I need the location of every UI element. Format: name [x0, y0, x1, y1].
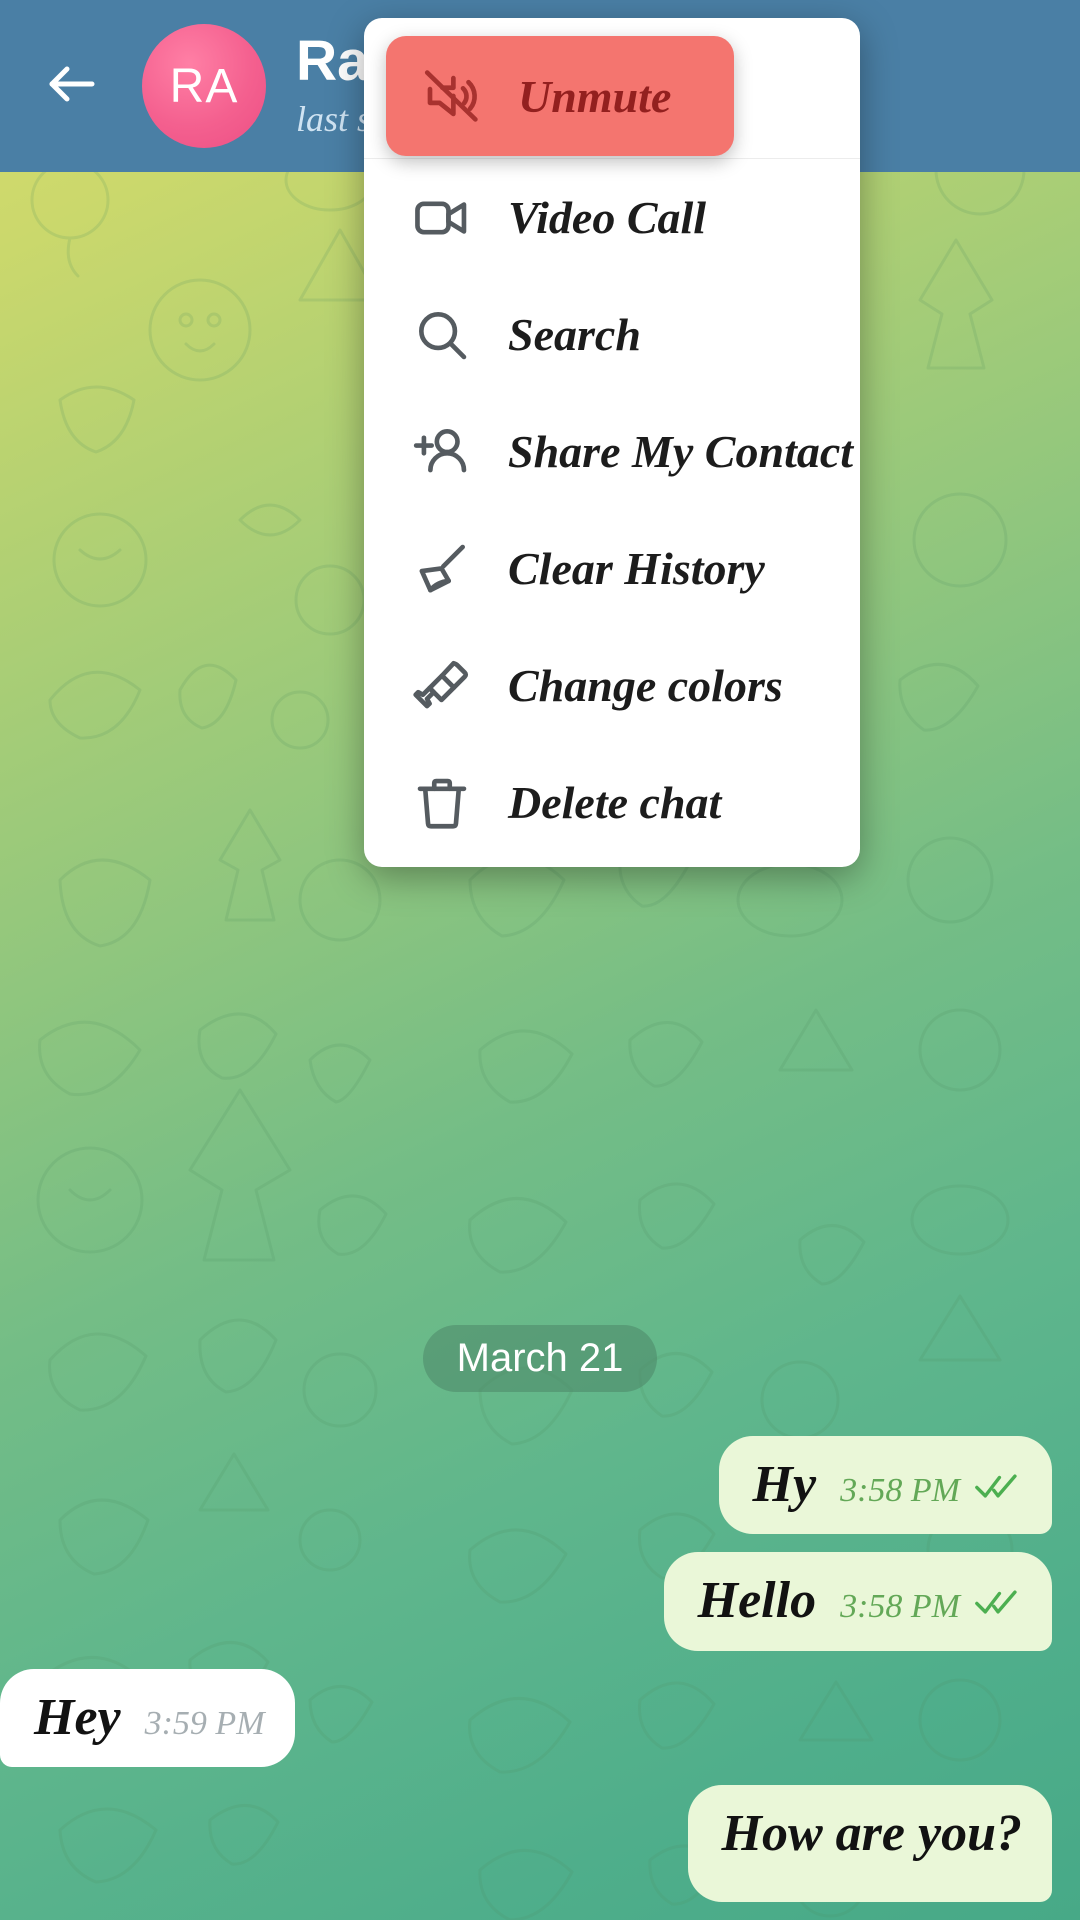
message-row: Hey 3:59 PM: [0, 1668, 1080, 1768]
back-button[interactable]: [26, 40, 118, 132]
search-icon: [400, 304, 484, 366]
message-list: March 21 Hy 3:58 PM Hello 3:58 PM Hey 3:…: [0, 1324, 1080, 1920]
paint-brush-icon: [400, 655, 484, 717]
menu-item-search[interactable]: Search: [364, 276, 860, 393]
message-time: 3:59 PM: [144, 1704, 265, 1742]
date-separator: March 21: [422, 1324, 658, 1392]
double-check-icon: [974, 1471, 1022, 1501]
menu-item-unmute[interactable]: Unmute: [386, 36, 734, 156]
menu-item-label: Change colors: [508, 660, 783, 711]
person-add-icon: [400, 421, 484, 483]
message-row: Hy 3:58 PM: [0, 1435, 1080, 1535]
video-camera-icon: [400, 187, 484, 249]
menu-item-label: Delete chat: [508, 777, 722, 828]
message-text: Hy: [752, 1455, 817, 1513]
arrow-left-icon: [42, 54, 102, 119]
menu-item-label: Share My Contact: [508, 426, 854, 477]
message-text: Hello: [697, 1572, 817, 1630]
telegram-chat-screen: RA Razi last seen recently Unmute: [0, 0, 1080, 1920]
menu-item-share-my-contact[interactable]: Share My Contact: [364, 393, 860, 510]
message-row: How are you?: [0, 1785, 1080, 1902]
message-row: Hello 3:58 PM: [0, 1552, 1080, 1651]
message-bubble-incoming[interactable]: Hey 3:59 PM: [0, 1668, 295, 1768]
message-text: How are you?: [721, 1805, 1022, 1863]
double-check-icon: [974, 1587, 1022, 1617]
avatar[interactable]: RA: [142, 24, 266, 148]
menu-item-label: Video Call: [508, 192, 707, 243]
menu-item-clear-history[interactable]: Clear History: [364, 510, 860, 627]
menu-item-label: Search: [508, 309, 641, 360]
date-separator-row: March 21: [0, 1324, 1080, 1392]
message-text: Hey: [34, 1688, 121, 1746]
menu-item-change-colors[interactable]: Change colors: [364, 627, 860, 744]
trash-icon: [400, 772, 484, 834]
menu-item-video-call[interactable]: Video Call: [364, 159, 860, 276]
message-bubble-outgoing[interactable]: Hy 3:58 PM: [718, 1435, 1052, 1535]
menu-item-delete-chat[interactable]: Delete chat: [364, 744, 860, 861]
menu-item-label: Clear History: [508, 543, 765, 594]
message-bubble-outgoing[interactable]: Hello 3:58 PM: [663, 1552, 1052, 1651]
menu-item-label: Unmute: [518, 70, 672, 122]
message-bubble-outgoing[interactable]: How are you?: [687, 1785, 1052, 1902]
message-time: 3:58 PM: [840, 1471, 960, 1509]
broom-icon: [400, 538, 484, 600]
bell-muted-icon: [410, 63, 494, 129]
avatar-initials: RA: [169, 59, 239, 113]
chat-context-menu: Unmute Video Call Search Share My Contac…: [364, 18, 860, 867]
message-time: 3:58 PM: [840, 1588, 960, 1626]
